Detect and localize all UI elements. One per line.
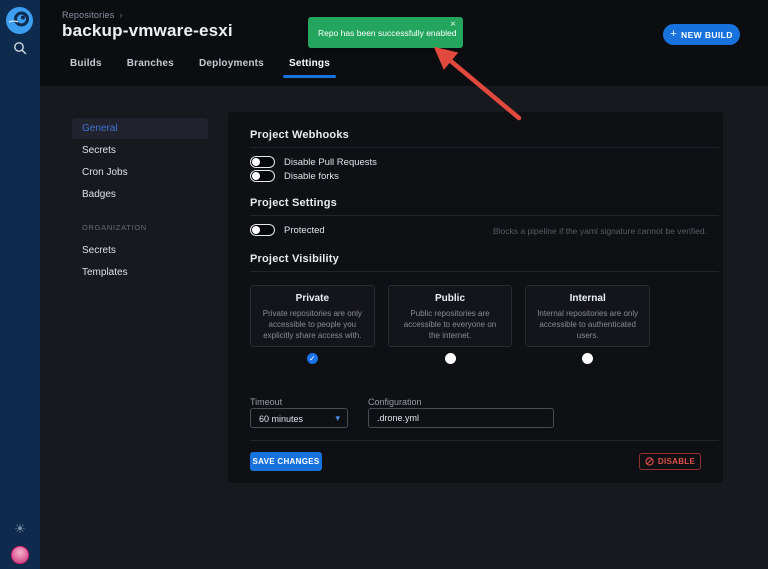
card-description: Internal repositories are only accessibl… — [535, 308, 640, 342]
disable-pull-requests-toggle[interactable] — [250, 156, 275, 168]
visibility-cards: Private Private repositories are only ac… — [250, 285, 650, 347]
app-sidebar: ☀ — [0, 0, 40, 569]
nav-section-organization: ORGANIZATION — [82, 223, 147, 232]
section-title-webhooks: Project Webhooks — [250, 129, 349, 141]
divider — [250, 440, 719, 441]
drone-logo-icon[interactable] — [6, 7, 33, 34]
divider — [250, 147, 719, 148]
visibility-card-public[interactable]: Public Public repositories are accessibl… — [388, 285, 513, 347]
timeout-select[interactable]: 60 minutes ▾ — [250, 408, 348, 428]
drone-repo-settings-page: { "sidebar": { "logo": "drone-logo", "se… — [0, 0, 768, 569]
toggle-row-disable-pull-requests: Disable Pull Requests — [250, 156, 377, 168]
sidebar-item-badges[interactable]: Badges — [82, 189, 116, 200]
section-title-project-settings: Project Settings — [250, 197, 337, 209]
chevron-down-icon: ▾ — [335, 413, 340, 424]
configuration-input[interactable] — [368, 408, 554, 428]
toast-message: Repo has been successfully enabled — [318, 28, 456, 38]
toggle-knob — [252, 226, 260, 234]
protected-toggle[interactable] — [250, 224, 275, 236]
repo-tabs: Builds Branches Deployments Settings — [67, 58, 333, 78]
new-build-label: NEW BUILD — [681, 30, 733, 40]
toggle-row-protected: Protected — [250, 224, 325, 236]
card-description: Public repositories are accessible to ev… — [398, 308, 503, 342]
page-title: backup-vmware-esxi — [62, 21, 233, 41]
save-changes-button[interactable]: SAVE CHANGES — [250, 452, 322, 471]
sidebar-item-secrets[interactable]: Secrets — [82, 145, 116, 156]
protected-note: Blocks a pipeline if the yaml signature … — [493, 226, 707, 236]
sidebar-item-org-secrets[interactable]: Secrets — [82, 245, 116, 256]
breadcrumb[interactable]: Repositories › — [62, 10, 123, 20]
sidebar-item-general[interactable]: General — [72, 118, 208, 139]
toggle-label: Disable forks — [284, 171, 339, 182]
sidebar-item-label: General — [82, 123, 118, 134]
breadcrumb-label[interactable]: Repositories — [62, 10, 114, 20]
card-title: Internal — [535, 293, 640, 304]
user-avatar[interactable] — [11, 546, 29, 564]
toggle-row-disable-forks: Disable forks — [250, 170, 339, 182]
disable-label: DISABLE — [658, 457, 695, 466]
divider — [250, 271, 719, 272]
timeout-value: 60 minutes — [259, 414, 303, 424]
sidebar-item-org-templates[interactable]: Templates — [82, 267, 128, 278]
disable-button[interactable]: DISABLE — [639, 453, 701, 470]
chevron-right-icon: › — [119, 10, 122, 20]
toggle-label: Disable Pull Requests — [284, 157, 377, 168]
card-description: Private repositories are only accessible… — [260, 308, 365, 342]
new-build-button[interactable]: + NEW BUILD — [663, 24, 740, 45]
radio-public[interactable] — [445, 353, 456, 364]
sidebar-item-cron-jobs[interactable]: Cron Jobs — [82, 167, 128, 178]
plus-icon: + — [670, 28, 677, 40]
divider — [250, 215, 719, 216]
visibility-card-private[interactable]: Private Private repositories are only ac… — [250, 285, 375, 347]
tab-branches[interactable]: Branches — [124, 58, 177, 78]
prohibited-icon — [645, 457, 654, 466]
tab-deployments[interactable]: Deployments — [196, 58, 267, 78]
section-title-visibility: Project Visibility — [250, 253, 339, 265]
toggle-label: Protected — [284, 225, 325, 236]
search-icon[interactable] — [12, 40, 28, 56]
visibility-radios: ✓ — [250, 353, 650, 364]
toast-success: Repo has been successfully enabled × — [308, 17, 463, 48]
visibility-card-internal[interactable]: Internal Internal repositories are only … — [525, 285, 650, 347]
card-title: Private — [260, 293, 365, 304]
toggle-knob — [252, 172, 260, 180]
tab-settings[interactable]: Settings — [286, 58, 333, 78]
tab-builds[interactable]: Builds — [67, 58, 105, 78]
toast-close-icon[interactable]: × — [450, 19, 456, 30]
disable-forks-toggle[interactable] — [250, 170, 275, 182]
theme-toggle-sun-icon[interactable]: ☀ — [10, 519, 30, 539]
radio-internal[interactable] — [582, 353, 593, 364]
settings-panel: Project Webhooks Disable Pull Requests D… — [228, 112, 723, 483]
configuration-label: Configuration — [368, 397, 422, 407]
radio-private-checked[interactable]: ✓ — [307, 353, 318, 364]
toggle-knob — [252, 158, 260, 166]
card-title: Public — [398, 293, 503, 304]
timeout-label: Timeout — [250, 397, 282, 407]
